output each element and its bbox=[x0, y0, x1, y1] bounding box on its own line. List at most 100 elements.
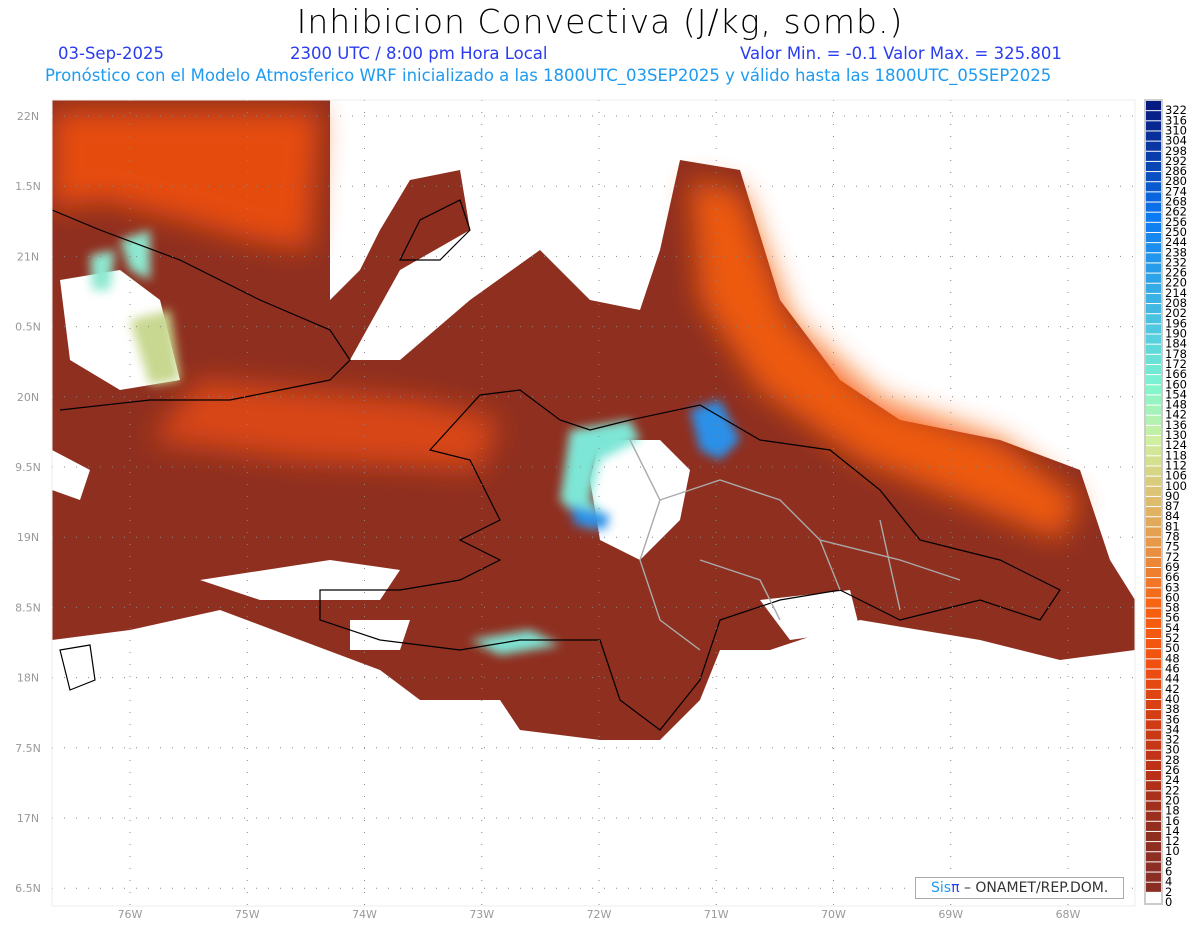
colorbar-label: 0 bbox=[1165, 895, 1172, 909]
lon-label: 70W bbox=[821, 908, 846, 921]
colorbar-swatch bbox=[1146, 375, 1161, 385]
colorbar-swatch bbox=[1146, 415, 1161, 425]
colorbar-swatch bbox=[1146, 334, 1161, 344]
colorbar-swatch bbox=[1146, 172, 1161, 182]
colorbar-swatch bbox=[1146, 436, 1161, 446]
colorbar-swatch bbox=[1146, 882, 1161, 892]
colorbar-swatch bbox=[1146, 588, 1161, 598]
lat-label: 0.5N bbox=[15, 321, 41, 334]
forecast-date: 03-Sep-2025 bbox=[58, 44, 164, 63]
lat-label: 8.5N bbox=[15, 601, 41, 614]
colorbar-swatch bbox=[1146, 852, 1161, 862]
colorbar-swatch bbox=[1146, 425, 1161, 436]
colorbar-swatch bbox=[1146, 547, 1161, 557]
colorbar-swatch bbox=[1146, 527, 1161, 537]
colorbar-swatch bbox=[1146, 821, 1161, 831]
colorbar-swatch bbox=[1146, 496, 1161, 507]
colorbar-swatch bbox=[1146, 862, 1161, 872]
colorbar-swatch bbox=[1146, 395, 1161, 405]
colorbar-swatch bbox=[1146, 811, 1161, 821]
colorbar-swatch bbox=[1146, 192, 1161, 202]
lat-label: 21N bbox=[17, 250, 39, 263]
lat-label: 17N bbox=[17, 812, 39, 825]
lat-label: 1.5N bbox=[15, 180, 41, 193]
colorbar-swatch bbox=[1146, 608, 1161, 618]
colorbar-swatch bbox=[1146, 182, 1161, 192]
colorbar-swatch bbox=[1146, 141, 1161, 151]
colorbar-swatch bbox=[1146, 131, 1161, 141]
colorbar-swatch bbox=[1146, 557, 1161, 567]
colorbar-swatch bbox=[1146, 618, 1161, 628]
colorbar-swatch bbox=[1146, 151, 1161, 161]
colorbar-swatch bbox=[1146, 740, 1161, 750]
colorbar: 3223163103042982922862802742682622562502… bbox=[1144, 99, 1187, 909]
colorbar-swatch bbox=[1146, 507, 1161, 517]
colorbar-swatch bbox=[1146, 354, 1161, 364]
lon-label: 72W bbox=[587, 908, 612, 921]
colorbar-swatch bbox=[1146, 699, 1161, 710]
colorbar-swatch bbox=[1146, 517, 1161, 527]
colorbar-swatch bbox=[1146, 212, 1161, 222]
longitude-labels: 76W 75W 74W 73W 72W 71W 70W 69W 68W bbox=[118, 908, 1081, 921]
lat-label: 7.5N bbox=[15, 742, 41, 755]
lat-label: 18N bbox=[17, 672, 39, 685]
colorbar-swatch bbox=[1146, 243, 1161, 253]
colorbar-swatch bbox=[1146, 578, 1161, 588]
cin-map: 22N 1.5N 21N 0.5N 20N 9.5N 19N 8.5N 18N 7.5N 17N 6.… bbox=[15, 99, 1187, 921]
colorbar-swatch bbox=[1146, 730, 1161, 740]
colorbar-swatch bbox=[1146, 263, 1161, 273]
lat-label: 6.5N bbox=[15, 882, 41, 895]
colorbar-swatch bbox=[1146, 710, 1161, 720]
colorbar-swatch bbox=[1146, 781, 1161, 791]
min-max-values: Valor Min. = -0.1 Valor Max. = 325.801 bbox=[740, 44, 1062, 63]
colorbar-swatch bbox=[1146, 232, 1161, 243]
colorbar-swatch bbox=[1146, 760, 1161, 771]
lat-label: 9.5N bbox=[15, 461, 41, 474]
colorbar-swatch bbox=[1146, 456, 1161, 466]
cin-field bbox=[52, 100, 1135, 906]
colorbar-swatch bbox=[1146, 111, 1161, 121]
colorbar-swatch bbox=[1146, 466, 1161, 476]
credit-sis: Sis bbox=[931, 880, 952, 896]
credit-pi: π bbox=[951, 880, 960, 896]
colorbar-swatch bbox=[1146, 314, 1161, 324]
credit-text: – ONAMET/REP.DOM. bbox=[959, 880, 1109, 896]
colorbar-swatch bbox=[1146, 222, 1161, 232]
colorbar-swatch bbox=[1146, 628, 1161, 639]
model-info: Pronóstico con el Modelo Atmosferico WRF… bbox=[45, 66, 1052, 85]
colorbar-swatch bbox=[1146, 486, 1161, 496]
colorbar-swatch bbox=[1146, 689, 1161, 699]
lat-label: 22N bbox=[17, 110, 39, 123]
credit-box: Sisπ – ONAMET/REP.DOM. bbox=[915, 877, 1124, 899]
lon-label: 69W bbox=[938, 908, 963, 921]
colorbar-swatch bbox=[1146, 253, 1161, 263]
colorbar-swatch bbox=[1146, 669, 1161, 679]
colorbar-swatch bbox=[1146, 202, 1161, 212]
colorbar-swatch bbox=[1146, 720, 1161, 730]
colorbar-swatch bbox=[1146, 344, 1161, 354]
latitude-labels: 22N 1.5N 21N 0.5N 20N 9.5N 19N 8.5N 18N 7.5N 17N 6.… bbox=[15, 110, 41, 895]
colorbar-swatch bbox=[1146, 304, 1161, 314]
map-title: Inhibicion Convectiva (J/kg, somb.) bbox=[296, 2, 904, 41]
lon-label: 76W bbox=[118, 908, 143, 921]
colorbar-swatch bbox=[1146, 293, 1161, 304]
colorbar-swatch bbox=[1146, 476, 1161, 486]
colorbar-swatch bbox=[1146, 639, 1161, 649]
colorbar-swatch bbox=[1146, 598, 1161, 608]
colorbar-swatch bbox=[1146, 273, 1161, 283]
colorbar-swatch bbox=[1146, 405, 1161, 415]
colorbar-swatch bbox=[1146, 649, 1161, 659]
colorbar-swatch bbox=[1146, 101, 1161, 111]
colorbar-swatch bbox=[1146, 446, 1161, 456]
forecast-time: 2300 UTC / 8:00 pm Hora Local bbox=[290, 44, 548, 63]
colorbar-swatch bbox=[1146, 364, 1161, 375]
lon-label: 71W bbox=[704, 908, 729, 921]
lat-label: 20N bbox=[17, 391, 39, 404]
lon-label: 68W bbox=[1056, 908, 1081, 921]
colorbar-swatch bbox=[1146, 121, 1161, 131]
colorbar-swatch bbox=[1146, 771, 1161, 781]
colorbar-swatch bbox=[1146, 831, 1161, 842]
colorbar-swatch bbox=[1146, 283, 1161, 293]
colorbar-swatch bbox=[1146, 872, 1161, 882]
colorbar-swatch bbox=[1146, 801, 1161, 811]
